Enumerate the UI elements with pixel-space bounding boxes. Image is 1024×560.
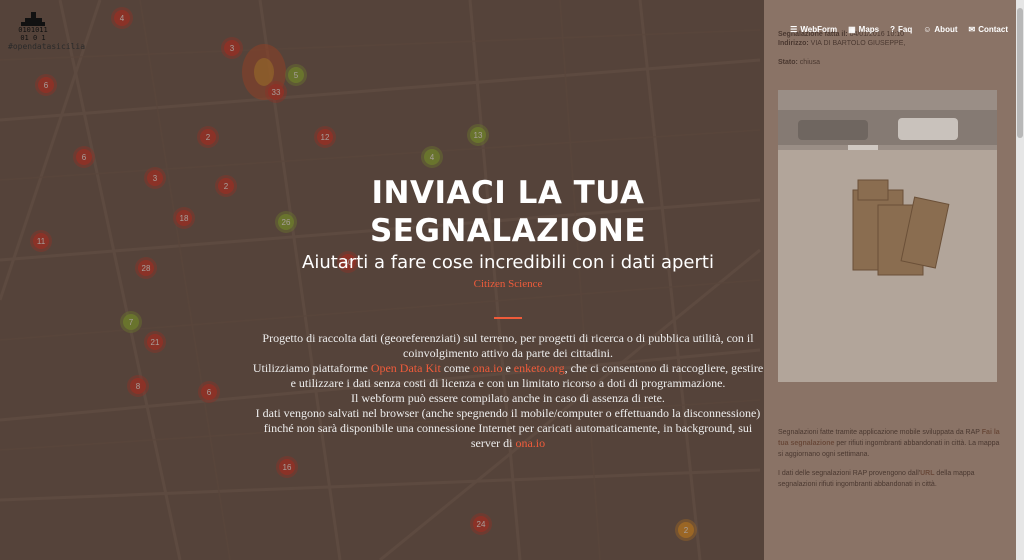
- nav-contact[interactable]: ✉ Contact: [969, 25, 1008, 34]
- logo-mark: 0101011 01 0 1: [18, 12, 48, 42]
- report-status-line: Stato: chiusa: [778, 59, 821, 66]
- hero-title: INVIACI LA TUA SEGNALAZIONE: [369, 175, 647, 249]
- ona-link[interactable]: ona.io: [473, 361, 503, 375]
- hero: INVIACI LA TUA SEGNALAZIONE Aiutarti a f…: [250, 174, 766, 451]
- enketo-link[interactable]: enketo.org: [514, 361, 565, 375]
- odk-link[interactable]: Open Data Kit: [371, 361, 441, 375]
- hero-kicker: Citizen Science: [473, 278, 543, 290]
- hero-description: Progetto di raccolta dati (georeferenzia…: [250, 331, 766, 451]
- envelope-icon: ✉: [968, 25, 976, 34]
- paragraph-3: Il webform può essere compilato anche in…: [351, 391, 665, 405]
- paragraph-2: Utilizziamo piattaforme Open Data Kit co…: [252, 361, 764, 390]
- top-nav: ☰ WebForm ▦ Maps ? Faq ☺ About ✉ Contact: [790, 25, 1008, 34]
- nav-faq[interactable]: ? Faq: [890, 25, 912, 34]
- logo[interactable]: 0101011 01 0 1 #opendatasicilia: [8, 10, 85, 51]
- logo-glyph-top: 0101011: [18, 26, 48, 34]
- hero-subtitle: Aiutarti a fare cose incredibili con i d…: [302, 252, 714, 273]
- nav-maps[interactable]: ▦ Maps: [848, 25, 879, 34]
- users-icon: ☺: [923, 25, 932, 34]
- scrollbar-thumb[interactable]: [1017, 8, 1023, 138]
- report-address-line: Indirizzo: VIA DI BARTOLO GIUSEPPE,: [778, 40, 906, 47]
- hashtag-label: #opendatasicilia: [8, 42, 86, 51]
- nav-webform[interactable]: ☰ WebForm: [790, 25, 837, 34]
- question-icon: ?: [890, 25, 895, 34]
- list-icon: ☰: [790, 25, 798, 34]
- map-icon: ▦: [848, 25, 856, 34]
- paragraph-1: Progetto di raccolta dati (georeferenzia…: [262, 331, 754, 360]
- report-photo: [778, 90, 997, 382]
- logo-glyph-bottom: 01 0 1: [20, 34, 45, 42]
- nav-about[interactable]: ☺ About: [923, 25, 957, 34]
- paragraph-4: I dati vengono salvati nel browser (anch…: [255, 406, 761, 450]
- info-text-1: Segnalazioni fatte tramite applicazione …: [778, 429, 1000, 458]
- divider: [494, 317, 522, 319]
- info-text-2: I dati delle segnalazioni RAP provengono…: [778, 470, 975, 488]
- data-url-link[interactable]: URL: [920, 470, 934, 477]
- ona-link-2[interactable]: ona.io: [515, 436, 545, 450]
